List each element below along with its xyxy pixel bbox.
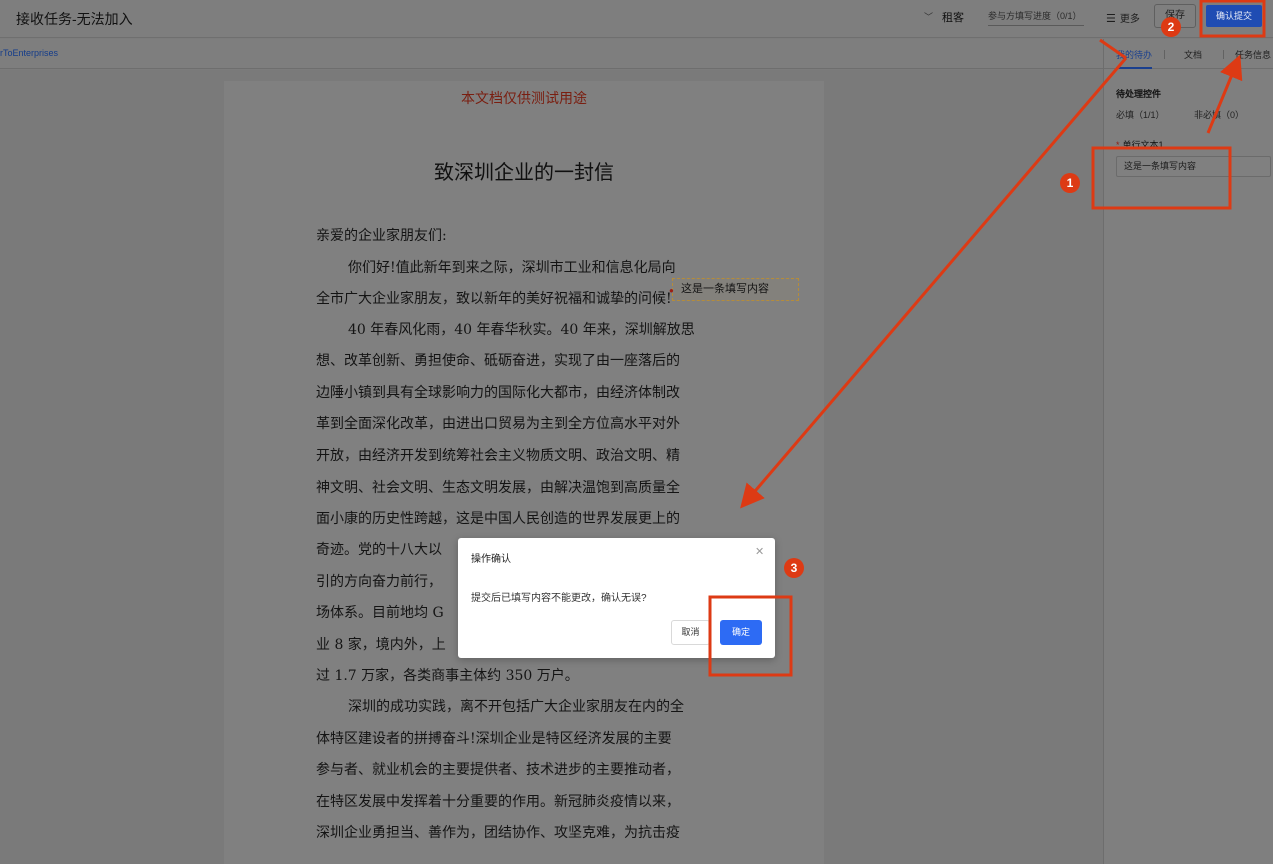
top-bar: 接收任务-无法加入 ﹀ 租客 参与方填写进度（0/1） ☰ 更多 保存 确认提交 bbox=[0, 0, 1273, 38]
right-panel-tabs: 我的待办 文档 任务信息 bbox=[1104, 39, 1273, 69]
document-paragraph-line: 神文明、社会文明、生态文明发展，由解决温饱到高质量全 bbox=[316, 480, 680, 496]
document-title: 致深圳企业的一封信 bbox=[434, 160, 614, 184]
document-page: 本文档仅供测试用途 致深圳企业的一封信 亲爱的企业家朋友们: 你们好!值此新年到来… bbox=[224, 81, 824, 864]
tab-divider bbox=[1164, 50, 1165, 59]
document-paragraph-line: 引的方向奋力前行， bbox=[316, 574, 442, 590]
dialog-message: 提交后已填写内容不能更改，确认无误? bbox=[471, 593, 647, 604]
document-paragraph-line: 亲爱的企业家朋友们: bbox=[316, 228, 447, 244]
tab-divider bbox=[1223, 50, 1224, 59]
field-label: * 单行文本1 bbox=[1116, 138, 1164, 151]
document-paragraph-line: 参与者、就业机会的主要提供者、技术进步的主要推动者， bbox=[316, 762, 680, 778]
document-paragraph-line: 40 年春风化雨，40 年春华秋实。40 年来，深圳解放思 bbox=[348, 322, 695, 338]
menu-icon: ☰ bbox=[1106, 13, 1116, 25]
document-paragraph-line: 全市广大企业家朋友，致以新年的美好祝福和诚挚的问候! bbox=[316, 291, 672, 307]
required-filter[interactable]: 必填（1/1） bbox=[1116, 108, 1165, 121]
document-paragraph-line: 业 8 家，境内外，上 bbox=[316, 637, 446, 653]
close-icon[interactable]: ✕ bbox=[755, 545, 764, 558]
step-badge-2: 2 bbox=[1161, 17, 1181, 37]
step-badge-3: 3 bbox=[784, 558, 804, 578]
required-dot-icon: ● bbox=[669, 286, 674, 295]
fill-field-value: 这是一条填写内容 bbox=[681, 283, 769, 295]
optional-filter[interactable]: 非必填（0） bbox=[1194, 108, 1244, 121]
required-star-icon: * bbox=[1116, 140, 1120, 150]
document-name-link[interactable]: rToEnterprises bbox=[0, 48, 58, 58]
document-paragraph-line: 边陲小镇到具有全球影响力的国际化大都市，由经济体制改 bbox=[316, 385, 680, 401]
tab-my-todo[interactable]: 我的待办 bbox=[1116, 48, 1152, 61]
document-paragraph-line: 深圳的成功实践，离不开包括广大企业家朋友在内的全 bbox=[348, 699, 684, 715]
document-paragraph-line: 过 1.7 万家，各类商事主体约 350 万户。 bbox=[316, 668, 579, 684]
document-paragraph-line: 开放，由经济开发到统筹社会主义物质文明、政治文明、精 bbox=[316, 448, 680, 464]
field-label-text: 单行文本1 bbox=[1122, 140, 1164, 150]
document-paragraph-line: 面小康的历史性跨越，这是中国人民创造的世界发展更上的 bbox=[316, 511, 680, 527]
tab-task-info[interactable]: 任务信息 bbox=[1235, 48, 1271, 61]
watermark: 本文档仅供测试用途 bbox=[461, 91, 587, 107]
dialog-title: 操作确认 bbox=[471, 554, 511, 565]
confirm-submit-button[interactable]: 确认提交 bbox=[1206, 5, 1262, 27]
document-paragraph-line: 革到全面深化改革，由进出口贸易为主到全方位高水平对外 bbox=[316, 416, 680, 432]
more-label: 更多 bbox=[1119, 14, 1140, 25]
pending-controls-title: 待处理控件 bbox=[1116, 89, 1162, 99]
tab-documents[interactable]: 文档 bbox=[1184, 48, 1202, 61]
cancel-button[interactable]: 取消 bbox=[671, 620, 710, 645]
document-paragraph-line: 在特区发展中发挥着十分重要的作用。新冠肺炎疫情以来， bbox=[316, 794, 680, 810]
right-panel: 我的待办 文档 任务信息 待处理控件 必填（1/1） 非必填（0） * 单行文本1… bbox=[1103, 39, 1273, 864]
chevron-down-icon[interactable]: ﹀ bbox=[924, 10, 933, 23]
step-badge-1: 1 bbox=[1060, 173, 1080, 193]
document-paragraph-line: 体特区建设者的拼搏奋斗!深圳企业是特区经济发展的主要 bbox=[316, 731, 672, 747]
active-tab-indicator bbox=[1116, 67, 1152, 69]
more-menu-button[interactable]: ☰ 更多 bbox=[1106, 10, 1140, 25]
document-paragraph-line: 场体系。目前地均 G bbox=[316, 605, 444, 621]
document-paragraph-line: 想、改革创新、勇担使命、砥砺奋进，实现了由一座落后的 bbox=[316, 353, 680, 369]
document-paragraph-line: 奇迹。党的十八大以 bbox=[316, 542, 442, 558]
ok-button[interactable]: 确定 bbox=[720, 620, 762, 645]
page-title: 接收任务-无法加入 bbox=[16, 11, 133, 27]
document-paragraph-line: 你们好!值此新年到来之际，深圳市工业和信息化局向 bbox=[348, 260, 676, 276]
document-subbar: rToEnterprises bbox=[0, 39, 1103, 69]
confirm-dialog: 操作确认 ✕ 提交后已填写内容不能更改，确认无误? 取消 确定 bbox=[458, 538, 775, 658]
progress-indicator: 参与方填写进度（0/1） bbox=[988, 4, 1084, 26]
document-paragraph-line: 深圳企业勇担当、善作为，团结协作、攻坚克难，为抗击疫 bbox=[316, 825, 680, 841]
role-selector[interactable]: 租客 bbox=[942, 9, 964, 25]
single-line-text-input[interactable]: 这是一条填写内容 bbox=[1116, 156, 1271, 177]
fill-field-single-line-text[interactable]: ● 这是一条填写内容 bbox=[669, 278, 799, 301]
